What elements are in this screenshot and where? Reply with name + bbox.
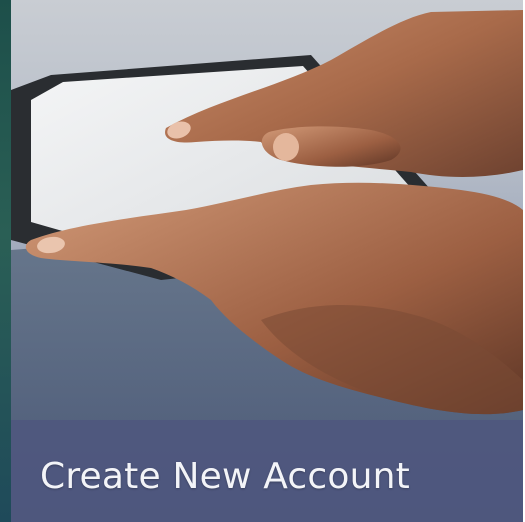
create-new-account-label: Create New Account	[40, 456, 410, 497]
left-edge-panel	[0, 0, 11, 522]
create-account-tile[interactable]: Create New Account	[11, 0, 523, 522]
